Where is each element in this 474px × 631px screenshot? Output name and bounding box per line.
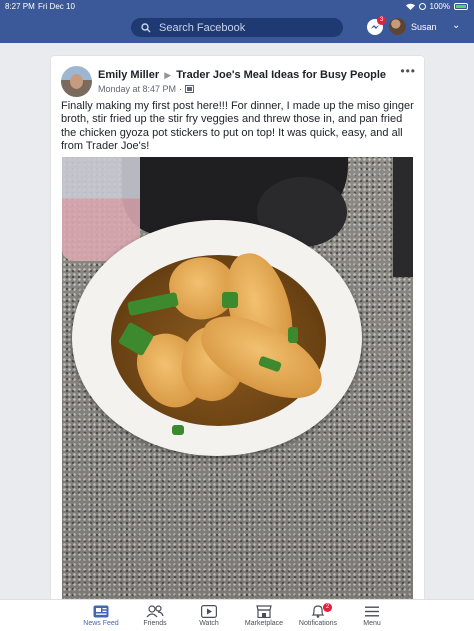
status-bar: 8:27 PM Fri Dec 10 100% — [0, 0, 474, 13]
tab-notifications[interactable]: 2 Notifications — [288, 600, 348, 631]
friends-icon — [146, 605, 164, 618]
tab-marketplace[interactable]: Marketplace — [234, 600, 294, 631]
status-right: 100% — [405, 0, 468, 13]
status-time: 8:27 PM — [5, 2, 35, 11]
green-onion — [288, 327, 298, 343]
more-options-icon[interactable]: ••• — [400, 64, 416, 78]
profile-avatar[interactable] — [389, 18, 406, 35]
search-input[interactable] — [159, 21, 329, 34]
wifi-icon — [405, 3, 415, 10]
post-timestamp[interactable]: Monday at 8:47 PM — [98, 84, 176, 94]
battery-percent: 100% — [429, 2, 450, 11]
location-icon — [418, 3, 426, 10]
group-name[interactable]: Trader Joe's Meal Ideas for Busy People — [176, 69, 386, 81]
tab-news-feed[interactable]: News Feed — [71, 600, 131, 631]
tab-label: Notifications — [298, 620, 338, 627]
group-audience-icon — [185, 85, 195, 93]
dark-stripe — [393, 157, 413, 277]
separator-dot: · — [179, 84, 183, 94]
tab-label: Menu — [363, 620, 381, 627]
status-date: Fri Dec 10 — [38, 2, 75, 11]
tab-menu[interactable]: Menu — [342, 600, 402, 631]
notifications-badge: 2 — [323, 603, 332, 612]
author-avatar[interactable] — [61, 66, 92, 97]
tab-watch[interactable]: Watch — [179, 600, 239, 631]
menu-icon — [365, 606, 379, 617]
messenger-badge: 3 — [377, 16, 386, 25]
tab-label: Friends — [143, 620, 167, 627]
author-name[interactable]: Emily Miller — [98, 69, 159, 81]
tab-label: News Feed — [83, 620, 119, 627]
search-bar[interactable] — [131, 18, 343, 37]
tab-label: Marketplace — [244, 620, 284, 627]
top-bar: 8:27 PM Fri Dec 10 100% 3 Susan ⌄ — [0, 0, 474, 43]
post-header: Emily Miller ▶ Trader Joe's Meal Ideas f… — [98, 69, 386, 81]
bottom-tab-bar: News Feed Friends Watch Marketplace 2 No… — [0, 599, 474, 631]
battery-icon — [454, 3, 468, 10]
marketplace-icon — [256, 605, 272, 618]
watch-icon — [201, 605, 217, 618]
news-feed-icon — [93, 605, 109, 618]
profile-name[interactable]: Susan — [411, 22, 437, 32]
triangle-right-icon: ▶ — [164, 70, 172, 80]
chevron-down-icon[interactable]: ⌄ — [452, 20, 460, 31]
tab-friends[interactable]: Friends — [125, 600, 185, 631]
search-icon — [141, 22, 151, 32]
post-meta: Monday at 8:47 PM · — [98, 84, 195, 94]
post-card: Emily Miller ▶ Trader Joe's Meal Ideas f… — [51, 56, 424, 606]
post-photo[interactable] — [62, 157, 413, 600]
tab-label: Watch — [199, 620, 219, 627]
post-text: Finally making my first post here!!! For… — [61, 100, 414, 152]
green-onion — [172, 425, 184, 435]
green-onion — [222, 292, 238, 308]
